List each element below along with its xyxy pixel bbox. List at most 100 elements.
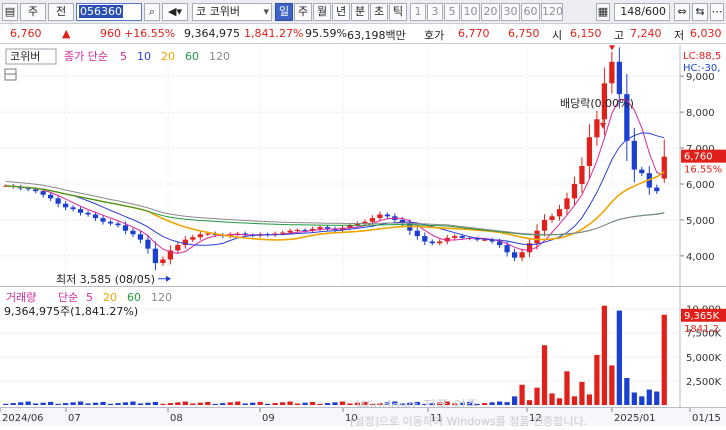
expand-icon[interactable]: ⇔ <box>674 3 690 21</box>
candle-body <box>122 225 129 231</box>
low-annotation: 최저 3,585 (08/05) <box>56 273 155 286</box>
interval-button-120[interactable]: 120 <box>541 3 563 21</box>
volume-bar <box>639 396 645 405</box>
low-label: 저 <box>674 29 685 42</box>
volume-bar <box>250 402 256 405</box>
volume-bar <box>145 402 151 405</box>
low-price: 6,030 <box>690 27 722 40</box>
x-tick-label: 09 <box>262 413 275 424</box>
interval-button-60[interactable]: 60 <box>521 3 540 21</box>
vol-ma-legend-20: 20 <box>103 291 117 304</box>
interval-button-30[interactable]: 30 <box>501 3 520 21</box>
candle-body <box>294 229 301 231</box>
ask-price-1: 6,770 <box>458 27 490 40</box>
volume-bar <box>25 401 31 405</box>
volume-bar <box>130 401 136 405</box>
volume-bar <box>497 401 503 405</box>
vol-tick-label: 5,000K <box>686 353 722 364</box>
period-tab-6[interactable]: 틱 <box>389 3 407 21</box>
x-axis: 2024/06 07 08 09 10 11 12 2025/01 01/15 [설정]으로 이동… <box>0 407 726 428</box>
period-tab-3[interactable]: 년 <box>332 3 350 21</box>
period-tab-4[interactable]: 분 <box>351 3 369 21</box>
volume-bar <box>227 402 233 405</box>
x-tick-label: 07 <box>68 413 81 424</box>
more-icon[interactable]: ⋯ <box>710 3 724 21</box>
price-chart[interactable]: 9,0008,0007,0006,0005,0004,000최고 9,690 (… <box>0 27 726 287</box>
period-tab-5[interactable]: 초 <box>370 3 388 21</box>
ma-legend-5: 5 <box>120 50 127 63</box>
volume-bar <box>152 401 159 405</box>
volume-chart-panel[interactable]: 10,0007,500K5,000K2,500K9,365K1841.2거래량단… <box>0 287 726 415</box>
toolbar: ▤ 주 전 056360 ⌕ ◀▾ 코 코위버 ▾ ▦ 148/600 ⇔ ⇆ ⋯… <box>0 0 726 24</box>
volume-bar <box>609 365 615 405</box>
interval-button-20[interactable]: 20 <box>481 3 500 21</box>
period-tab-2[interactable]: 월 <box>313 3 331 21</box>
volume-bar <box>504 402 510 405</box>
market-select[interactable]: 주 <box>20 3 46 21</box>
candle-body <box>504 245 510 253</box>
volume-bar <box>55 403 61 405</box>
settings-icon[interactable]: ▦ <box>596 3 610 21</box>
volume-value: 9,364,975 <box>184 27 240 40</box>
volume-ratio: 1,841.27% <box>244 27 304 40</box>
candle-body <box>631 140 637 170</box>
ma-legend-120: 120 <box>209 50 230 63</box>
stock-code-input[interactable]: 056360 <box>76 3 142 21</box>
period-tab-1[interactable]: 주 <box>294 3 312 21</box>
y-tick-label: 8,000 <box>686 108 715 119</box>
dividend-annotation: 배당락(0.00%) <box>560 97 634 110</box>
candle-body <box>377 214 383 219</box>
price-chart-panel[interactable]: 9,0008,0007,0006,0005,0004,000최고 9,690 (… <box>0 27 726 287</box>
candle-body <box>609 61 615 84</box>
candle-body <box>130 230 136 235</box>
volume-bar <box>265 403 271 405</box>
plot-area <box>0 45 680 287</box>
period-tab-0[interactable]: 일 <box>275 3 293 21</box>
sound-icon[interactable]: ◀▾ <box>162 3 188 21</box>
ma-legend-60: 60 <box>185 50 199 63</box>
volume-bar <box>287 401 293 405</box>
candle-body <box>422 236 428 242</box>
interval-button-5[interactable]: 5 <box>444 3 460 21</box>
chart-tag: 코위버 <box>10 50 40 63</box>
candle-body <box>137 234 144 240</box>
x-tick-label: 2024/06 <box>2 413 44 424</box>
candle-body <box>70 207 76 210</box>
ma-legend-20: 20 <box>161 50 175 63</box>
candle-body <box>100 218 106 222</box>
volume-bar <box>511 396 518 405</box>
volume-bar <box>190 403 196 405</box>
candle-body <box>317 227 323 229</box>
interval-button-3[interactable]: 3 <box>427 3 443 21</box>
panel-menu-icon[interactable]: ▤ <box>2 3 18 21</box>
volume-bar <box>220 403 226 405</box>
volume-bar <box>3 403 9 405</box>
ask-price-2: 6,750 <box>508 27 540 40</box>
volume-bar <box>317 403 323 405</box>
candle-body <box>549 216 555 220</box>
volume-bar <box>309 401 316 405</box>
volume-chart[interactable]: 10,0007,500K5,000K2,500K9,365K1841.2거래량단… <box>0 287 726 415</box>
candle-body <box>92 214 99 219</box>
x-tick-label: 01/15 <box>692 413 721 424</box>
interval-button-10[interactable]: 10 <box>461 3 480 21</box>
volume-bar <box>182 401 188 405</box>
candle-body <box>197 234 203 238</box>
candle-body <box>145 239 151 249</box>
stock-name-box[interactable]: 코 코위버 ▾ <box>192 3 272 21</box>
candle-body <box>571 183 578 199</box>
last-vol-tag: 9,365K <box>684 311 720 322</box>
price-change: 960 <box>100 27 121 40</box>
prev-button[interactable]: 전 <box>48 3 74 21</box>
shrink-icon[interactable]: ⇆ <box>692 3 708 21</box>
volume-bar <box>631 392 637 405</box>
volume-bar <box>167 403 173 405</box>
volume-bar <box>571 396 578 405</box>
search-icon[interactable]: ⌕ <box>144 3 160 21</box>
volume-bar <box>48 401 54 405</box>
volume-bar <box>601 305 608 405</box>
interval-button-1[interactable]: 1 <box>410 3 426 21</box>
dropdown-chevron-icon[interactable]: ▾ <box>263 4 269 20</box>
volume-bar <box>646 389 652 405</box>
volume-value-text: 9,364,975주(1,841.27%) <box>4 305 138 318</box>
